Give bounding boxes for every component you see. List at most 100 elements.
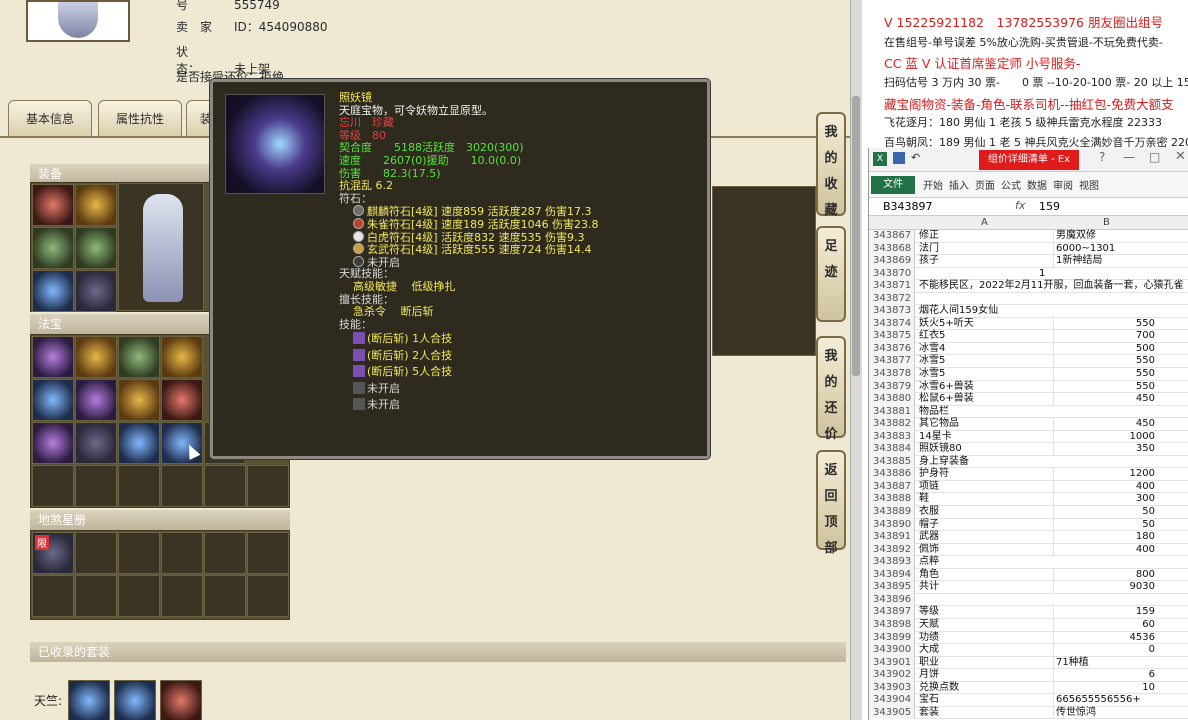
row-number[interactable]: 343870 — [869, 267, 915, 281]
row-number[interactable]: 343897 — [869, 606, 915, 619]
ribbon-tab-home[interactable]: 开始 — [923, 177, 943, 192]
ribbon-tab-view[interactable]: 视图 — [1079, 177, 1099, 192]
equip-slot[interactable] — [75, 227, 117, 269]
row-number[interactable]: 343898 — [869, 618, 915, 632]
cell-b[interactable]: 71种植 — [1053, 656, 1159, 670]
maximize-icon[interactable]: □ — [1149, 150, 1160, 164]
equip-slot[interactable] — [32, 270, 74, 312]
suit-slot[interactable] — [68, 680, 110, 720]
fabao-slot[interactable] — [118, 422, 160, 464]
row-number[interactable]: 343892 — [869, 543, 915, 557]
cell-a[interactable]: 点粹 — [917, 556, 1053, 569]
cell-a[interactable]: 红衣5 — [917, 330, 1053, 343]
cell-a[interactable]: 共计 — [917, 581, 1053, 594]
save-icon[interactable] — [893, 152, 905, 164]
cell-b[interactable]: 10 — [1053, 681, 1159, 695]
cell-b[interactable]: 6000~1301 — [1053, 242, 1159, 256]
fabao-slot[interactable] — [161, 379, 203, 421]
cell-a[interactable]: 衣服 — [917, 506, 1053, 519]
undo-icon[interactable]: ↶ — [911, 151, 920, 164]
cell-a[interactable]: 冰雪6+兽装 — [917, 381, 1053, 394]
row-number[interactable]: 343904 — [869, 694, 915, 707]
equip-slot[interactable] — [32, 184, 74, 226]
row-number[interactable]: 343896 — [869, 593, 915, 607]
cell-a[interactable]: 鞋 — [917, 493, 1053, 506]
equip-slot[interactable] — [75, 270, 117, 312]
cell-b[interactable]: 159 — [1053, 606, 1159, 619]
row-number[interactable]: 343867 — [869, 230, 915, 243]
fabao-slot[interactable] — [32, 379, 74, 421]
disha-slot[interactable] — [118, 532, 160, 574]
cell-a[interactable]: 佩饰 — [917, 544, 1053, 557]
cell-b[interactable]: 800 — [1053, 568, 1159, 582]
tab-attributes[interactable]: 属性抗性 — [98, 100, 182, 136]
row-number[interactable]: 343884 — [869, 443, 915, 456]
suit-slot[interactable] — [114, 680, 156, 720]
cell-b[interactable]: 50 — [1053, 518, 1159, 532]
fabao-slot[interactable] — [75, 379, 117, 421]
scrollbar-thumb[interactable] — [852, 96, 860, 376]
fabao-slot[interactable] — [75, 422, 117, 464]
cell-b[interactable]: 700 — [1053, 330, 1159, 343]
row-number[interactable]: 343868 — [869, 242, 915, 256]
cell-a[interactable]: 等级 — [917, 606, 1053, 619]
cell-a[interactable]: 功绩 — [917, 632, 1053, 645]
my-counteroffer-button[interactable]: 我的还价 — [816, 336, 846, 442]
cell-b[interactable]: 665655556556+ — [1053, 694, 1159, 707]
row-number[interactable]: 343879 — [869, 380, 915, 394]
back-to-top-button[interactable]: 返回顶部 — [816, 450, 846, 556]
cell-a[interactable]: 帽子 — [917, 519, 1053, 532]
cell-a[interactable]: 冰雪5 — [917, 355, 1053, 368]
fabao-slot[interactable] — [32, 336, 74, 378]
cell-b[interactable]: 9030 — [1053, 581, 1159, 594]
cell-b[interactable]: 400 — [1053, 543, 1159, 557]
disha-slot[interactable] — [161, 532, 203, 574]
cell-b[interactable]: 0 — [1053, 644, 1159, 657]
cell-a[interactable]: 护身符 — [917, 468, 1053, 481]
cell-b[interactable]: 300 — [1053, 493, 1159, 507]
row-number[interactable]: 343895 — [869, 581, 915, 594]
ribbon-tab-formulas[interactable]: 公式 — [1001, 177, 1021, 192]
row-number[interactable]: 343890 — [869, 518, 915, 532]
cell-b[interactable]: 60 — [1053, 618, 1159, 632]
cell-b[interactable]: 4536 — [1053, 631, 1159, 645]
cell-b[interactable]: 1200 — [1053, 468, 1159, 481]
fabao-slot[interactable] — [75, 465, 117, 507]
ribbon-tab-data[interactable]: 数据 — [1027, 177, 1047, 192]
cell-a[interactable]: 角色 — [917, 569, 1053, 582]
row-number[interactable]: 343883 — [869, 430, 915, 444]
fabao-slot[interactable] — [75, 336, 117, 378]
cell-a[interactable]: 妖火5+听天 — [917, 318, 1053, 331]
close-icon[interactable]: ✕ — [1175, 149, 1186, 164]
cell-b[interactable]: 550 — [1053, 317, 1159, 331]
cell-a[interactable]: 宝石 — [917, 694, 1053, 707]
disha-slot[interactable]: 限 — [32, 532, 74, 574]
column-a-header[interactable]: A — [981, 217, 988, 228]
cell-a[interactable]: 孩子 — [917, 255, 1053, 268]
cell-b[interactable]: 男魔双修 — [1053, 230, 1159, 243]
row-number[interactable]: 343902 — [869, 669, 915, 682]
row-number[interactable]: 343878 — [869, 368, 915, 381]
cell-a[interactable]: 其它物品 — [917, 418, 1053, 431]
row-number[interactable]: 343891 — [869, 531, 915, 544]
ribbon-tab-review[interactable]: 审阅 — [1053, 177, 1073, 192]
fabao-slot[interactable] — [118, 465, 160, 507]
fabao-slot[interactable] — [161, 336, 203, 378]
disha-slot[interactable] — [247, 532, 289, 574]
cell-a[interactable]: 烟花人间159女仙 — [917, 305, 1053, 318]
suit-slot[interactable] — [160, 680, 202, 720]
cell-b[interactable]: 400 — [1053, 480, 1159, 494]
cell-b[interactable]: 180 — [1053, 531, 1159, 544]
cell-b[interactable]: 450 — [1053, 393, 1159, 406]
row-number[interactable]: 343885 — [869, 455, 915, 469]
disha-slot[interactable] — [204, 575, 246, 617]
cell-b[interactable]: 550 — [1053, 355, 1159, 369]
cell-b[interactable]: 350 — [1053, 443, 1159, 456]
cell-a[interactable]: 天赋 — [917, 619, 1053, 632]
cell-a[interactable]: 修正 — [917, 230, 1053, 243]
favorite-button[interactable]: 我的收藏 — [816, 112, 846, 218]
cell-b[interactable]: 传世惊鸿 — [1053, 706, 1159, 720]
minimize-icon[interactable]: — — [1123, 150, 1135, 164]
fabao-slot[interactable] — [32, 465, 74, 507]
cell-a[interactable]: 套装 — [917, 707, 1053, 720]
